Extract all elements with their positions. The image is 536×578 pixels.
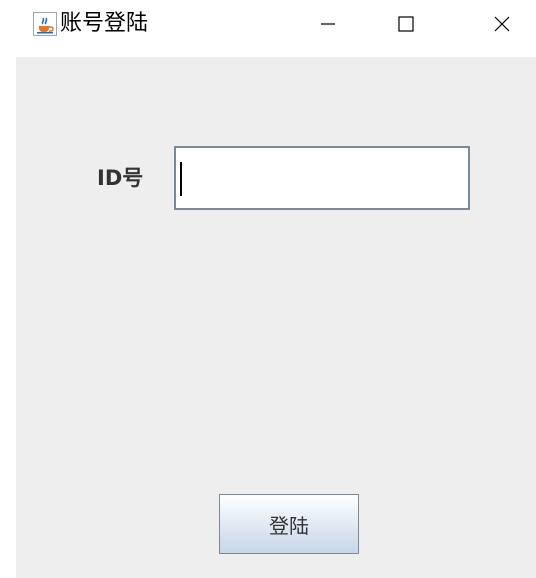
id-label: ID号 (97, 166, 144, 190)
minimize-icon (321, 23, 335, 25)
maximize-button[interactable] (376, 0, 436, 48)
close-button[interactable] (472, 0, 532, 48)
id-input[interactable] (174, 146, 470, 210)
java-cup-icon (33, 12, 57, 36)
maximize-icon (398, 16, 414, 32)
text-caret (180, 162, 182, 196)
title-bar[interactable]: 账号登陆 (0, 0, 536, 54)
login-button[interactable]: 登陆 (219, 494, 359, 554)
login-panel: ID号 登陆 (16, 57, 536, 578)
close-icon (494, 16, 510, 32)
minimize-button[interactable] (298, 0, 358, 48)
window-title: 账号登陆 (60, 11, 149, 36)
